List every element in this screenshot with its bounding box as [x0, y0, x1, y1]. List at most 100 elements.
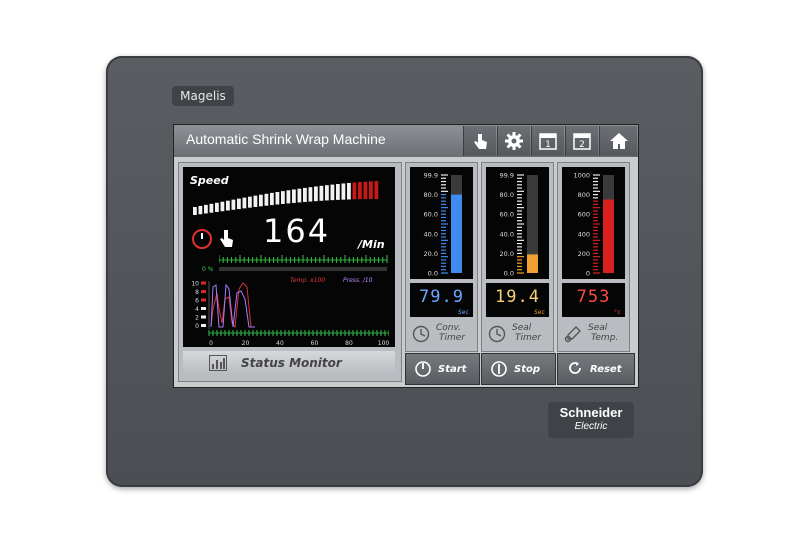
gauge-tick-label: 99.9: [500, 172, 514, 180]
speed-arc-segment: [209, 203, 214, 213]
calendar-1-icon: 1: [539, 133, 557, 150]
touch-hand-icon[interactable]: [218, 228, 236, 250]
thermometer-icon: [564, 326, 581, 343]
speed-display: Speed 164 /Min 0 % Temp. x100 Press. /10…: [183, 167, 395, 347]
conv-gauge-panel: 99.9 80.0 60.0 40.0 20.0 0.0 79.9 Sec Conv. Timer: [405, 162, 478, 352]
hmi-screen: Automatic Shrink Wrap Machine 1 2 Speed …: [173, 124, 639, 388]
seal-unit: Sec: [534, 309, 545, 316]
gauge-tick-label: 99.9: [424, 172, 438, 180]
gauge-tick-label: 60.0: [424, 211, 438, 219]
speed-arc-segment: [270, 192, 274, 206]
temp-value-display: 753 °c: [562, 283, 625, 317]
gauge-fill: [451, 194, 462, 273]
speed-arc-segment: [226, 200, 230, 211]
x-tick-label: 0: [209, 340, 213, 347]
speed-arc-segment: [369, 181, 373, 200]
brand-badge: Magelis: [172, 86, 234, 106]
speed-scale: [219, 255, 388, 263]
seal-caption: Seal Timer: [512, 323, 541, 343]
speed-arc-segment: [286, 190, 291, 204]
speed-arc-segment: [281, 191, 285, 204]
touch-hand-button[interactable]: [463, 126, 496, 156]
speed-arc-segment: [374, 181, 379, 199]
caption-line2: Temp.: [591, 333, 619, 343]
caption-line1: Seal: [512, 323, 532, 333]
temp-gauge-panel: 1000 800 600 400 200 0 753 °c Seal Temp.: [557, 162, 630, 352]
home-icon: [609, 133, 628, 149]
reset-button[interactable]: Reset: [557, 353, 635, 385]
stop-button[interactable]: Stop: [481, 353, 556, 385]
title-bar: Automatic Shrink Wrap Machine 1 2: [174, 125, 638, 157]
gauge-tick-label: 1000: [573, 172, 590, 180]
calendar-2-button[interactable]: 2: [565, 126, 598, 156]
start-label: Start: [438, 363, 467, 375]
y-tick-mark: [201, 281, 206, 285]
y-tick-label: 0: [195, 323, 199, 330]
conv-bar-gauge: 99.9 80.0 60.0 40.0 20.0 0.0: [424, 172, 462, 278]
conv-unit: Sec: [458, 309, 469, 316]
gauge-tick-label: 600: [578, 211, 590, 219]
y-tick-mark: [201, 324, 206, 327]
seal-value: 19.4: [495, 287, 540, 307]
speed-arc-segment: [193, 207, 197, 215]
y-tick-label: 2: [195, 315, 199, 322]
y-tick-label: 10: [191, 281, 199, 288]
conv-value-display: 79.9 Sec: [410, 283, 473, 317]
speed-arc-segment: [231, 199, 236, 210]
percent-label: 0 %: [202, 266, 214, 273]
y-tick-mark: [201, 290, 206, 293]
speed-arc-segment: [325, 185, 329, 201]
speed-arc-segment: [347, 182, 351, 200]
speed-value: 164: [263, 212, 331, 250]
seal-bar-gauge: 99.9 80.0 60.0 40.0 20.0 0.0: [500, 172, 538, 278]
stop-icon: [491, 361, 507, 377]
speed-arc-segment: [264, 193, 269, 206]
gauge-tick-label: 20.0: [500, 250, 514, 258]
speed-arc-segment: [336, 184, 340, 200]
status-monitor-button[interactable]: Status Monitor: [183, 351, 395, 375]
trend-chart: 10864200 20 40 60 80 100: [191, 281, 389, 347]
gauge-tick-label: 20.0: [424, 250, 438, 258]
speed-arc-segment: [237, 198, 241, 210]
speed-arc-segment: [242, 197, 247, 209]
clock-icon: [488, 325, 506, 343]
gauge-tick-label: 0.0: [504, 270, 514, 278]
y-tick-mark: [201, 315, 206, 319]
speed-unit: /Min: [358, 238, 385, 251]
x-tick-label: 40: [276, 340, 284, 347]
temp-caption: Seal Temp.: [588, 323, 618, 343]
speed-arc-segment: [363, 181, 368, 200]
power-icon: [415, 361, 431, 377]
temp-value: 753: [576, 287, 611, 307]
start-button[interactable]: Start: [405, 353, 480, 385]
power-icon[interactable]: [191, 228, 213, 250]
speed-arc-segment: [308, 187, 313, 202]
clock-icon: [412, 325, 430, 343]
x-tick-label: 60: [311, 340, 319, 347]
speed-arc-segment: [352, 182, 357, 200]
speed-progress-track: [219, 267, 387, 271]
speed-arc-segment: [204, 204, 208, 214]
speed-arc-segment: [248, 196, 252, 208]
status-monitor-label: Status Monitor: [241, 356, 342, 370]
speed-arc-segment: [330, 184, 335, 201]
gauge-tick-label: 80.0: [500, 191, 514, 199]
gear-icon: [505, 132, 523, 150]
speed-arc-segment: [259, 194, 263, 207]
x-tick-label: 20: [242, 340, 250, 347]
stop-label: Stop: [514, 363, 541, 375]
settings-button[interactable]: [497, 126, 530, 156]
gauge-tick-label: 0: [586, 270, 590, 278]
speed-arc-segment: [341, 183, 346, 200]
calendar-1-number: 1: [545, 140, 551, 150]
speed-arc-segment: [358, 182, 362, 200]
temp-unit: °c: [613, 309, 621, 316]
touch-hand-icon: [474, 134, 487, 149]
home-button[interactable]: [599, 126, 637, 156]
speed-arc-segment: [303, 187, 307, 202]
conv-caption: Conv. Timer: [436, 323, 465, 343]
logo-line2: Electric: [574, 421, 608, 432]
calendar-1-button[interactable]: 1: [531, 126, 564, 156]
x-tick-label: 100: [378, 340, 389, 347]
caption-line2: Timer: [439, 333, 466, 343]
